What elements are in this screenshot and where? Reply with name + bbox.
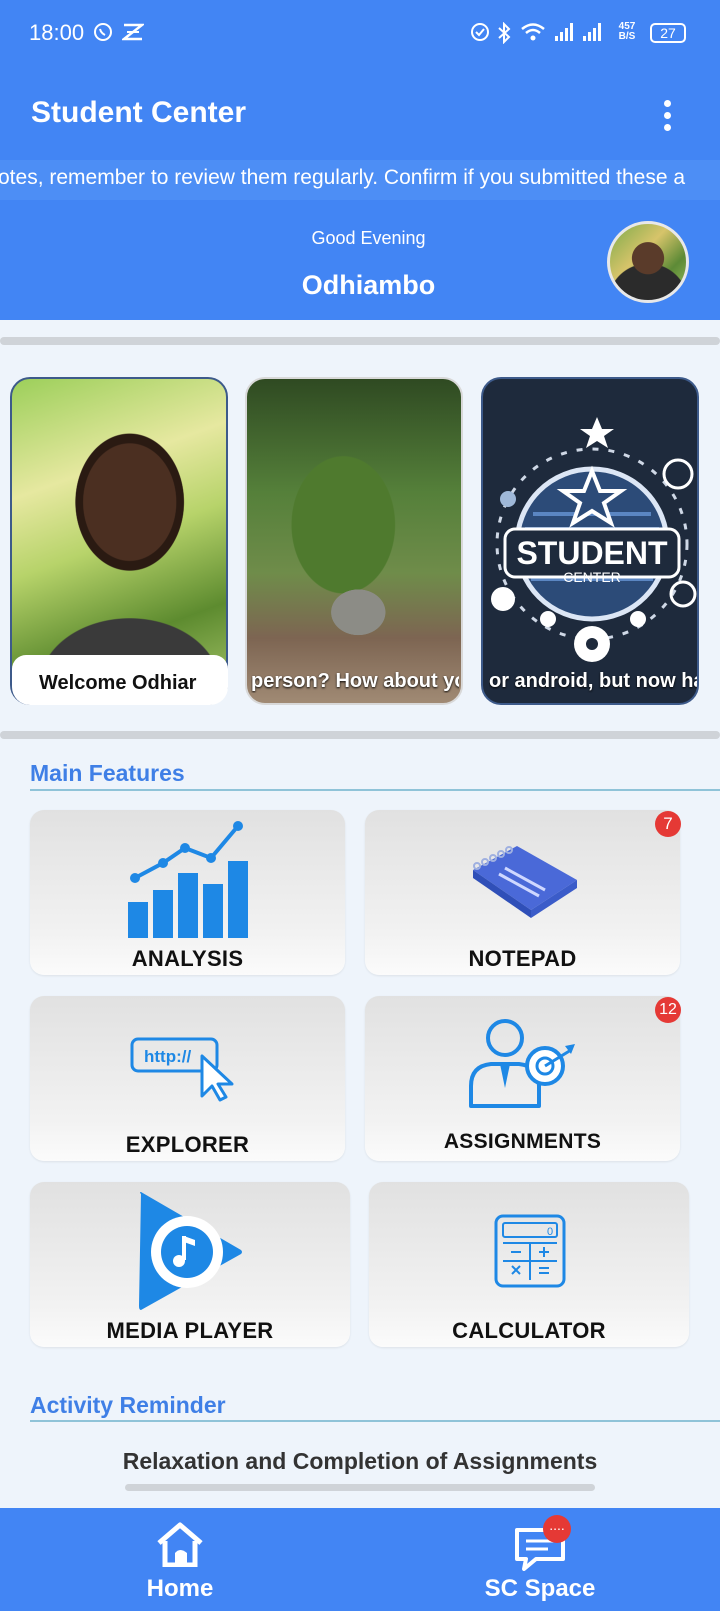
carousel-card-garden[interactable]: person? How about yo bbox=[245, 377, 463, 705]
signal-icon bbox=[555, 23, 573, 41]
feature-label: ANALYSIS bbox=[131, 946, 244, 971]
feature-label: EXPLORER bbox=[125, 1132, 250, 1157]
status-bar: 18:00 457 B/S 27 bbox=[0, 0, 720, 66]
signal-icon bbox=[583, 23, 601, 41]
feature-label: CALCULATOR bbox=[452, 1318, 606, 1343]
carousel-caption-text: Welcome Odhiar bbox=[39, 672, 197, 694]
status-time: 18:00 bbox=[29, 20, 85, 45]
feature-explorer[interactable]: http:// EXPLORER bbox=[30, 996, 345, 1161]
explorer-url-text: http:// bbox=[144, 1047, 191, 1066]
feature-calculator[interactable]: 0 CALCULATOR bbox=[369, 1182, 689, 1347]
battery-icon: 27 bbox=[650, 23, 686, 43]
feature-media-player[interactable]: MEDIA PLAYER bbox=[30, 1182, 350, 1347]
browser-icon: http:// bbox=[130, 1037, 234, 1102]
chat-badge: .... bbox=[543, 1515, 571, 1543]
avatar[interactable] bbox=[607, 221, 689, 303]
logo-text-student: STUDENT bbox=[516, 535, 668, 571]
marquee-text: otes, remember to review them regularly.… bbox=[0, 166, 686, 189]
bluetooth-icon bbox=[498, 22, 511, 44]
wifi-icon bbox=[521, 23, 545, 41]
nav-home[interactable]: Home bbox=[120, 1515, 240, 1611]
divider bbox=[0, 337, 720, 345]
net-speed: 457 B/S bbox=[614, 22, 640, 42]
calculator-display-value: 0 bbox=[547, 1226, 553, 1238]
activity-reminder-title: Activity Reminder bbox=[30, 1392, 226, 1418]
notification-icon bbox=[122, 23, 144, 41]
feature-assignments[interactable]: ASSIGNMENTS bbox=[365, 996, 680, 1161]
carousel-card-caption: Welcome Odhiar bbox=[12, 655, 228, 705]
carousel-card-student-center[interactable]: STUDENT CENTER or android, but now has bbox=[481, 377, 699, 705]
media-player-icon bbox=[139, 1192, 242, 1310]
nav-home-label: Home bbox=[146, 1575, 214, 1602]
notice-marquee: otes, remember to review them regularly.… bbox=[0, 160, 720, 200]
app-title: Student Center bbox=[31, 96, 247, 129]
divider bbox=[0, 731, 720, 739]
feature-label: NOTEPAD bbox=[468, 946, 577, 971]
calculator-icon: 0 bbox=[494, 1214, 566, 1288]
whatsapp-icon bbox=[94, 23, 112, 41]
carousel-card-caption: person? How about yo bbox=[251, 670, 459, 692]
main-features-title: Main Features bbox=[30, 760, 185, 786]
bottom-navigation bbox=[0, 1508, 720, 1611]
battery-level: 27 bbox=[660, 25, 676, 41]
net-speed-unit: B/S bbox=[618, 31, 636, 42]
section-underline bbox=[30, 789, 720, 791]
student-center-logo-icon: STUDENT CENTER bbox=[491, 417, 697, 662]
carousel-card-caption: or android, but now has bbox=[489, 670, 697, 692]
notepad-badge: 7 bbox=[655, 811, 681, 837]
feature-notepad[interactable]: NOTEPAD bbox=[365, 810, 680, 975]
more-vert-icon[interactable] bbox=[660, 100, 674, 134]
activity-reminder-text[interactable]: Relaxation and Completion of Assignments bbox=[0, 1448, 720, 1475]
feature-analysis[interactable]: ANALYSIS bbox=[30, 810, 345, 975]
logo-text-center: CENTER bbox=[563, 569, 621, 585]
notebook-icon bbox=[473, 846, 577, 918]
feature-label: ASSIGNMENTS bbox=[443, 1130, 602, 1153]
section-underline bbox=[30, 1420, 720, 1422]
target-person-icon bbox=[469, 1019, 575, 1108]
reminder-scroll-indicator bbox=[125, 1484, 595, 1491]
bar-chart-icon bbox=[128, 821, 248, 938]
nav-sc-space[interactable]: .... SC Space bbox=[470, 1515, 610, 1611]
home-icon bbox=[157, 1522, 203, 1567]
nav-sc-space-label: SC Space bbox=[484, 1575, 596, 1602]
assignments-badge: 12 bbox=[655, 997, 681, 1023]
feature-label: MEDIA PLAYER bbox=[106, 1318, 274, 1343]
alarm-icon bbox=[471, 23, 489, 41]
